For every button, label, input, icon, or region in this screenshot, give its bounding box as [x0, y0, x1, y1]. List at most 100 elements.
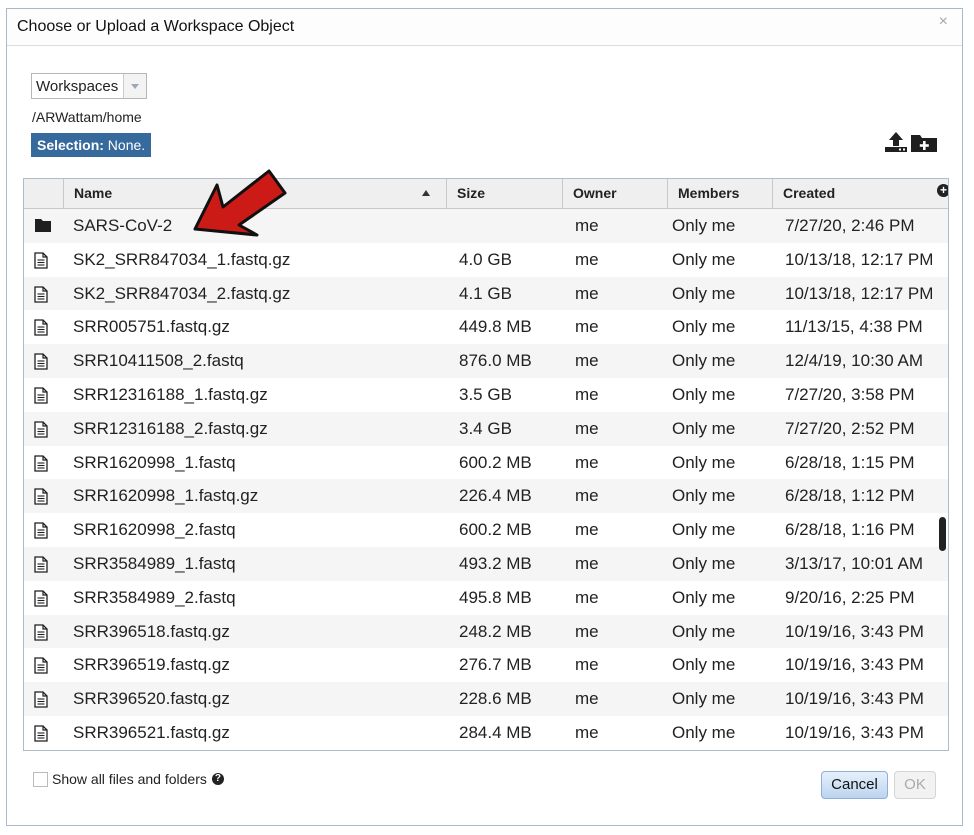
- cell-size: 228.6 MB: [459, 689, 532, 709]
- cell-owner: me: [575, 452, 599, 472]
- show-all-files[interactable]: Show all files and folders ?: [33, 771, 224, 787]
- cell-owner: me: [575, 689, 599, 709]
- file-icon: [34, 615, 52, 649]
- upload-icon[interactable]: [884, 131, 908, 153]
- cell-members: Only me: [672, 317, 736, 337]
- show-all-checkbox[interactable]: [33, 771, 48, 787]
- chevron-down-icon[interactable]: [123, 74, 146, 98]
- cell-created: 7/27/20, 3:58 PM: [785, 384, 915, 404]
- table-row[interactable]: SRR3584989_2.fastq 495.8 MB me Only me 9/20/…: [24, 580, 948, 615]
- current-path: /ARWattam/home: [32, 109, 142, 125]
- folder-icon: [34, 209, 52, 243]
- cell-size: 3.4 GB: [459, 418, 512, 438]
- table-row[interactable]: SRR1620998_2.fastq 600.2 MB me Only me 6/28/…: [24, 513, 948, 547]
- header-icon-col: [24, 179, 64, 208]
- cell-name: SRR005751.fastq.gz: [73, 317, 230, 337]
- table-row[interactable]: SRR396520.fastq.gz 228.6 MB me Only me 10/19…: [24, 682, 948, 716]
- cell-size: 276.7 MB: [459, 655, 532, 675]
- table-row[interactable]: SK2_SRR847034_2.fastq.gz 4.1 GB me Only me 1…: [24, 276, 948, 311]
- cell-created: 7/27/20, 2:52 PM: [785, 418, 915, 438]
- file-grid: Name Size Owner Members Created + SARS-C…: [23, 178, 949, 751]
- annotation-arrow: [193, 169, 287, 237]
- header-members[interactable]: Members: [668, 179, 773, 208]
- show-all-label: Show all files and folders: [52, 771, 207, 787]
- table-row[interactable]: SRR10411508_2.fastq 876.0 MB me Only me 12/4…: [24, 344, 948, 378]
- scrollbar-thumb[interactable]: [939, 517, 946, 551]
- file-icon: [34, 581, 52, 615]
- close-icon[interactable]: ×: [939, 13, 948, 31]
- ok-button[interactable]: OK: [894, 771, 936, 799]
- header-size[interactable]: Size: [447, 179, 563, 208]
- table-row[interactable]: SRR3584989_1.fastq 493.2 MB me Only me 3/13/…: [24, 546, 948, 581]
- table-row[interactable]: SRR12316188_1.fastq.gz 3.5 GB me Only me 7/2…: [24, 377, 948, 412]
- cell-owner: me: [575, 621, 599, 641]
- file-icon: [34, 277, 52, 311]
- file-icon: [34, 446, 52, 480]
- table-row[interactable]: SRR396521.fastq.gz 284.4 MB me Only me 10/19…: [24, 715, 948, 750]
- header-owner[interactable]: Owner: [563, 179, 668, 208]
- cell-members: Only me: [672, 621, 736, 641]
- table-row[interactable]: SRR396518.fastq.gz 248.2 MB me Only me 10/19…: [24, 614, 948, 649]
- cell-members: Only me: [672, 587, 736, 607]
- cell-size: 284.4 MB: [459, 722, 532, 742]
- cell-created: 9/20/16, 2:25 PM: [785, 587, 915, 607]
- cell-owner: me: [575, 283, 599, 303]
- file-icon: [34, 310, 52, 344]
- cell-created: 12/4/19, 10:30 AM: [785, 351, 923, 371]
- table-row[interactable]: SRR396519.fastq.gz 276.7 MB me Only me 10/19…: [24, 648, 948, 683]
- cell-name: SARS-CoV-2: [73, 216, 173, 235]
- cell-members: Only me: [672, 418, 736, 438]
- cell-created: 10/13/18, 12:17 PM: [785, 283, 934, 303]
- cell-members: Only me: [672, 553, 736, 573]
- cell-owner: me: [575, 655, 599, 675]
- table-row[interactable]: SARS-CoV-2 me Only me 7/27/20, 2:46 PM: [24, 209, 948, 243]
- cell-created: 6/28/18, 1:12 PM: [785, 486, 915, 506]
- cell-owner: me: [575, 520, 599, 540]
- file-icon: [34, 547, 52, 581]
- file-icon: [34, 648, 52, 682]
- cell-created: 10/19/16, 3:43 PM: [785, 655, 924, 675]
- cell-created: 10/13/18, 12:17 PM: [785, 249, 934, 269]
- cell-created: 6/28/18, 1:16 PM: [785, 520, 915, 540]
- file-icon: [34, 378, 52, 412]
- cell-created: 6/28/18, 1:15 PM: [785, 452, 915, 472]
- selection-badge: Selection: None.: [31, 133, 152, 157]
- cell-name: SRR396521.fastq.gz: [73, 722, 230, 742]
- cell-created: 10/19/16, 3:43 PM: [785, 722, 924, 742]
- cell-created: 11/13/15, 4:38 PM: [785, 317, 923, 337]
- table-row[interactable]: SK2_SRR847034_1.fastq.gz 4.0 GB me Only me 1…: [24, 242, 948, 277]
- toolbar-icons: [884, 131, 938, 153]
- workspace-select-value: Workspaces: [36, 78, 119, 95]
- header-created[interactable]: Created: [773, 179, 948, 208]
- cell-name: SRR12316188_2.fastq.gz: [73, 418, 268, 438]
- new-folder-icon[interactable]: [910, 131, 938, 153]
- cell-members: Only me: [672, 216, 736, 235]
- grid-header: Name Size Owner Members Created +: [24, 179, 948, 209]
- help-icon[interactable]: ?: [211, 773, 224, 785]
- cell-created: 10/19/16, 3:43 PM: [785, 621, 924, 641]
- cell-size: 449.8 MB: [459, 317, 532, 337]
- add-column-icon[interactable]: +: [937, 184, 948, 197]
- cancel-button[interactable]: Cancel: [821, 771, 888, 799]
- cell-owner: me: [575, 553, 599, 573]
- cell-members: Only me: [672, 722, 736, 742]
- file-icon: [34, 682, 52, 716]
- cell-size: 600.2 MB: [459, 520, 532, 540]
- table-row[interactable]: SRR005751.fastq.gz 449.8 MB me Only me 11/13…: [24, 310, 948, 345]
- cell-owner: me: [575, 486, 599, 506]
- table-row[interactable]: SRR12316188_2.fastq.gz 3.4 GB me Only me 7/2…: [24, 411, 948, 446]
- table-row[interactable]: SRR1620998_1.fastq 600.2 MB me Only me 6/28/…: [24, 445, 948, 480]
- dialog-titlebar: Choose or Upload a Workspace Object ×: [7, 9, 962, 46]
- cell-members: Only me: [672, 486, 736, 506]
- cell-name: SRR1620998_1.fastq: [73, 452, 236, 472]
- workspace-select[interactable]: Workspaces: [31, 73, 147, 99]
- cell-name: SK2_SRR847034_1.fastq.gz: [73, 249, 291, 269]
- cell-members: Only me: [672, 384, 736, 404]
- workspace-dialog: Choose or Upload a Workspace Object × Wo…: [6, 8, 963, 826]
- cell-name: SRR12316188_1.fastq.gz: [73, 384, 268, 404]
- table-row[interactable]: SRR1620998_1.fastq.gz 226.4 MB me Only me 6/…: [24, 479, 948, 514]
- grid-rows: SARS-CoV-2 me Only me 7/27/20, 2:46 PM SK2_S…: [24, 209, 948, 750]
- cell-members: Only me: [672, 520, 736, 540]
- cell-owner: me: [575, 384, 599, 404]
- cell-owner: me: [575, 587, 599, 607]
